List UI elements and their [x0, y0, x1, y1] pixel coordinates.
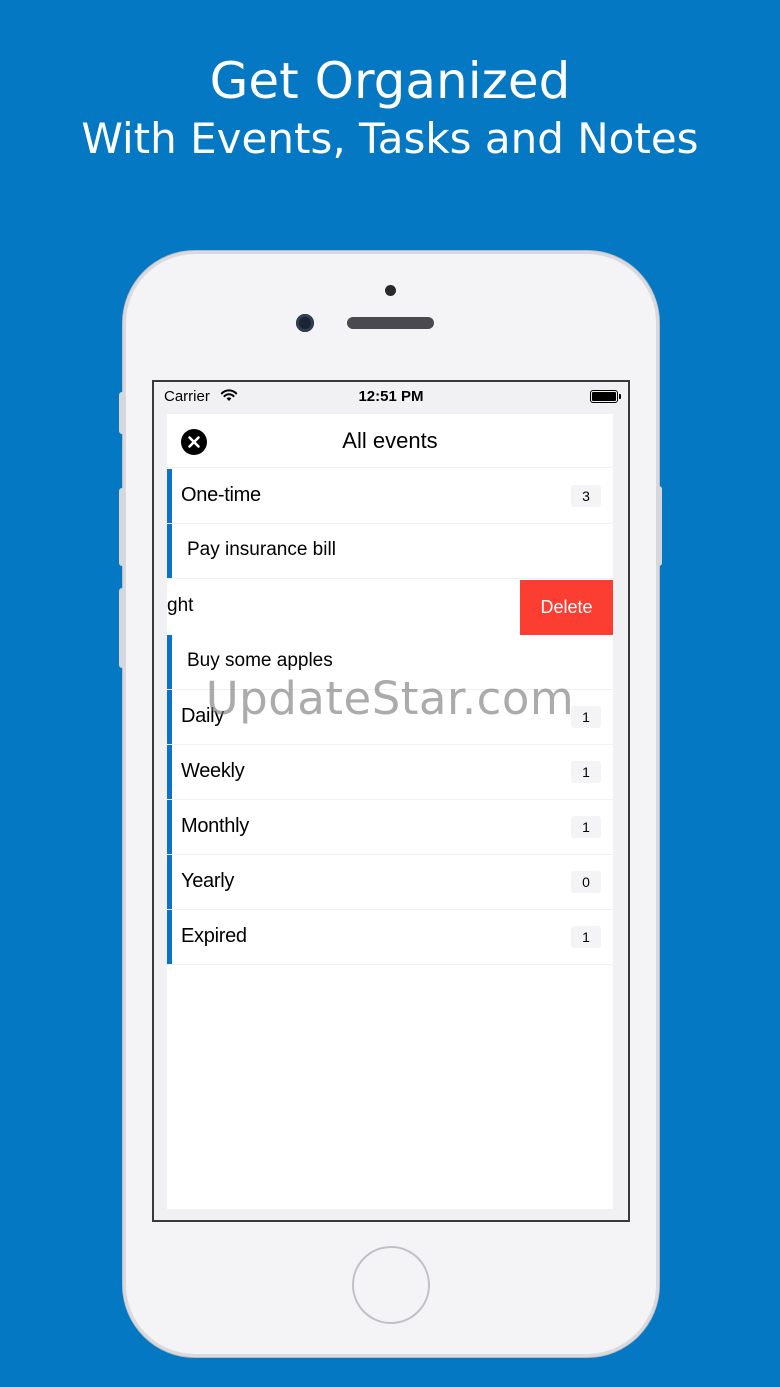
category-one-time[interactable]: One-time 3: [167, 469, 613, 524]
promo-headline: Get Organized With Events, Tasks and Not…: [0, 50, 780, 166]
category-label: Monthly: [181, 815, 249, 837]
event-label: Buy some apples: [187, 650, 333, 671]
promo-subtitle: With Events, Tasks and Notes: [81, 114, 699, 163]
category-accent: [167, 910, 172, 964]
count-badge: 3: [571, 485, 601, 507]
category-label: Expired: [181, 925, 247, 947]
category-yearly[interactable]: Yearly 0: [167, 855, 613, 910]
category-expired[interactable]: Expired 1: [167, 910, 613, 965]
event-item[interactable]: Pay insurance bill: [167, 524, 613, 579]
front-camera: [296, 314, 314, 332]
category-label: Daily: [181, 705, 224, 727]
page-title: All events: [342, 428, 438, 453]
count-badge: 1: [571, 926, 601, 948]
category-accent: [167, 469, 172, 523]
clock: 12:51 PM: [358, 388, 424, 405]
count-badge: 1: [571, 706, 601, 728]
phone-screen: Carrier 12:51 PM All events One-time 3 P…: [152, 380, 630, 1222]
event-label: Pay insurance bill: [187, 539, 336, 560]
event-item-swiped[interactable]: ght Delete: [167, 580, 613, 635]
category-accent: [167, 855, 172, 909]
volume-down-button: [119, 588, 125, 668]
nav-bar: All events: [167, 414, 613, 468]
category-accent: [167, 524, 172, 578]
category-accent: [167, 800, 172, 854]
category-accent: [167, 635, 172, 689]
status-bar: Carrier 12:51 PM: [154, 382, 628, 412]
promo-title: Get Organized: [209, 52, 571, 110]
proximity-sensor: [385, 285, 396, 296]
category-accent: [167, 745, 172, 799]
volume-up-button: [119, 488, 125, 566]
count-badge: 1: [571, 761, 601, 783]
event-label: ght: [167, 595, 194, 616]
category-label: Yearly: [181, 870, 235, 892]
category-label: Weekly: [181, 760, 245, 782]
category-accent: [167, 690, 172, 744]
count-badge: 0: [571, 871, 601, 893]
home-button[interactable]: [352, 1246, 430, 1324]
earpiece-speaker: [347, 317, 434, 329]
battery-icon: [590, 390, 621, 403]
category-daily[interactable]: Daily 1: [167, 690, 613, 745]
category-monthly[interactable]: Monthly 1: [167, 800, 613, 855]
events-panel: All events One-time 3 Pay insurance bill…: [167, 414, 613, 1209]
event-item[interactable]: Buy some apples: [167, 635, 613, 690]
category-label: One-time: [181, 484, 261, 506]
power-button: [656, 486, 662, 566]
delete-button[interactable]: Delete: [520, 580, 613, 635]
mute-switch: [119, 392, 125, 434]
count-badge: 1: [571, 816, 601, 838]
category-weekly[interactable]: Weekly 1: [167, 745, 613, 800]
